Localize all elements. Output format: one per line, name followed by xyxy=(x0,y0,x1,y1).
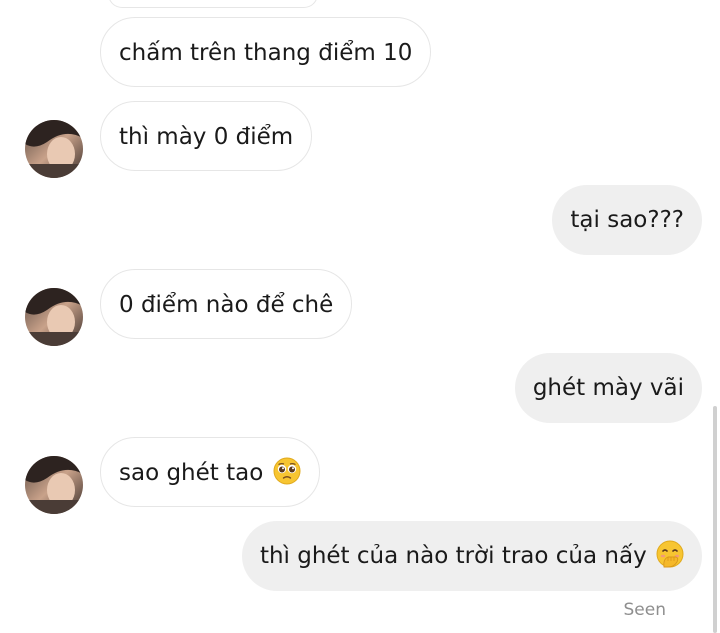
chat-thread: chấm trên thang điểm 10 thì mày 0 điểm t… xyxy=(0,0,720,633)
message-text: sao ghét tao xyxy=(119,460,264,486)
outgoing-message[interactable]: thì ghét của nào trời trao của nấy xyxy=(241,521,702,591)
incoming-message[interactable]: chấm trên thang điểm 10 xyxy=(100,17,432,87)
message-bubble-partial[interactable] xyxy=(108,0,318,8)
message-text: tại sao??? xyxy=(570,207,684,233)
avatar[interactable] xyxy=(25,288,83,346)
avatar[interactable] xyxy=(25,120,83,178)
outgoing-message[interactable]: ghét mày vãi xyxy=(514,353,702,423)
seen-status: Seen xyxy=(623,600,666,620)
message-text: 0 điểm nào để chê xyxy=(119,292,334,318)
message-text: chấm trên thang điểm 10 xyxy=(119,40,413,66)
pleading-face-emoji-icon xyxy=(273,457,301,485)
face-with-hand-over-mouth-emoji-icon xyxy=(656,540,684,568)
incoming-message[interactable]: 0 điểm nào để chê xyxy=(100,269,353,339)
scrollbar[interactable] xyxy=(713,406,717,633)
incoming-message[interactable]: thì mày 0 điểm xyxy=(100,101,313,171)
message-text: thì mày 0 điểm xyxy=(119,124,294,150)
outgoing-message[interactable]: tại sao??? xyxy=(552,185,702,255)
message-text: thì ghét của nào trời trao của nấy xyxy=(259,543,647,569)
avatar[interactable] xyxy=(25,456,83,514)
message-text: ghét mày vãi xyxy=(532,375,684,401)
incoming-message[interactable]: sao ghét tao xyxy=(100,437,320,507)
